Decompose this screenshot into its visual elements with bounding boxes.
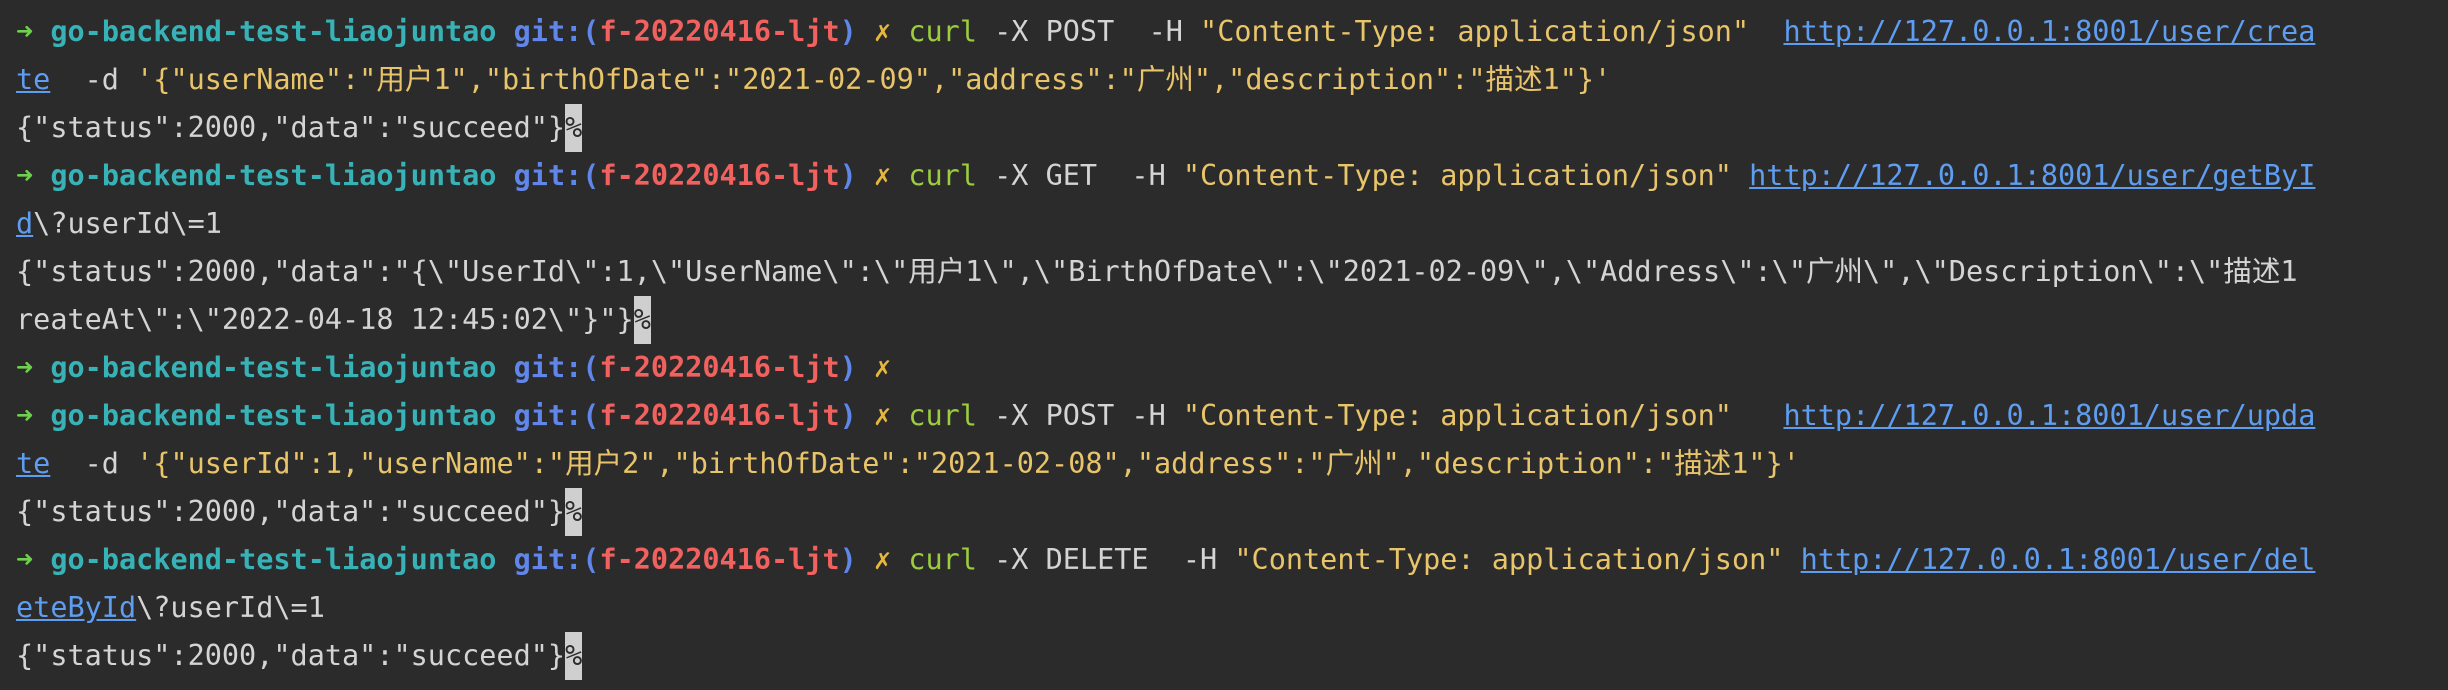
prompt-arrow-icon: ➜ <box>16 399 34 432</box>
terminal-line: ➜ go-backend-test-liaojuntao git:(f-2022… <box>16 392 2448 440</box>
prompt-git-close: ) <box>839 159 857 192</box>
command-args: \?userId\=1 <box>33 207 222 240</box>
json-body-string: '{"userId":1,"userName":"用户2","birthOfDa… <box>136 447 1800 480</box>
prompt-git-label: git:( <box>513 399 600 432</box>
prompt-directory: go-backend-test-liaojuntao <box>50 15 497 48</box>
prompt-arrow-icon: ➜ <box>16 543 34 576</box>
response-output: {"status":2000,"data":"{\"UserId\":1,\"U… <box>16 255 2298 288</box>
prompt-branch: f-20220416-ljt <box>599 159 840 192</box>
url-link-continued[interactable]: te <box>16 447 50 480</box>
prompt-branch: f-20220416-ljt <box>599 15 840 48</box>
prompt-branch: f-20220416-ljt <box>599 351 840 384</box>
no-newline-mark: % <box>565 632 583 680</box>
prompt-directory: go-backend-test-liaojuntao <box>50 399 497 432</box>
url-link[interactable]: http://127.0.0.1:8001/user/upda <box>1783 399 2315 432</box>
command-args: -d <box>50 447 137 480</box>
prompt-git-label: git:( <box>513 543 600 576</box>
command-args: \?userId\=1 <box>136 591 325 624</box>
header-string: "Content-Type: application/json" <box>1200 15 1750 48</box>
terminal-line: {"status":2000,"data":"succeed"}% <box>16 104 2448 152</box>
spacing <box>1732 399 1783 432</box>
command-args: -X POST -H <box>976 15 1201 48</box>
url-link[interactable]: http://127.0.0.1:8001/user/crea <box>1783 15 2315 48</box>
prompt-arrow-icon: ➜ <box>16 351 34 384</box>
response-output: reateAt\":\"2022-04-18 12:45:02\"}"} <box>16 303 634 336</box>
spacing <box>1783 543 1800 576</box>
header-string: "Content-Type: application/json" <box>1182 399 1732 432</box>
url-link-continued[interactable]: eteById <box>16 591 136 624</box>
response-output: {"status":2000,"data":"succeed"} <box>16 639 566 672</box>
no-newline-mark: % <box>565 488 583 536</box>
spacing <box>1732 159 1749 192</box>
response-output: {"status":2000,"data":"succeed"} <box>16 111 566 144</box>
prompt-git-label: git:( <box>513 15 600 48</box>
command-name: curl <box>908 159 977 192</box>
prompt-git-label: git:( <box>513 159 600 192</box>
command-name: curl <box>908 399 977 432</box>
header-string: "Content-Type: application/json" <box>1234 543 1784 576</box>
url-link[interactable]: http://127.0.0.1:8001/user/del <box>1801 543 2316 576</box>
prompt-git-close: ) <box>839 399 857 432</box>
terminal-line: reateAt\":\"2022-04-18 12:45:02\"}"}% <box>16 296 2448 344</box>
url-link[interactable]: http://127.0.0.1:8001/user/getByI <box>1749 159 2315 192</box>
command-args: -d <box>50 63 137 96</box>
no-newline-mark: % <box>565 104 583 152</box>
terminal-output[interactable]: ➜ go-backend-test-liaojuntao git:(f-2022… <box>0 0 2448 690</box>
terminal-line: {"status":2000,"data":"{\"UserId\":1,\"U… <box>16 248 2448 296</box>
command-args: -X POST -H <box>976 399 1183 432</box>
terminal-line: te -d '{"userId":1,"userName":"用户2","bir… <box>16 440 2448 488</box>
prompt-git-close: ) <box>839 351 857 384</box>
terminal-line: {"status":2000,"data":"succeed"}% <box>16 488 2448 536</box>
terminal-line: ➜ go-backend-test-liaojuntao git:(f-2022… <box>16 8 2448 56</box>
terminal-line: {"status":2000,"data":"succeed"}% <box>16 632 2448 680</box>
git-dirty-icon: ✗ <box>874 543 892 576</box>
command-name: curl <box>908 543 977 576</box>
command-args: -X DELETE -H <box>976 543 1235 576</box>
json-body-string: '{"userName":"用户1","birthOfDate":"2021-0… <box>136 63 1612 96</box>
terminal-line: ➜ go-backend-test-liaojuntao git:(f-2022… <box>16 152 2448 200</box>
git-dirty-icon: ✗ <box>874 159 892 192</box>
url-link-continued[interactable]: te <box>16 63 50 96</box>
terminal-line: te -d '{"userName":"用户1","birthOfDate":"… <box>16 56 2448 104</box>
terminal-line: d\?userId\=1 <box>16 200 2448 248</box>
prompt-git-close: ) <box>839 543 857 576</box>
header-string: "Content-Type: application/json" <box>1182 159 1732 192</box>
prompt-branch: f-20220416-ljt <box>599 399 840 432</box>
command-args: -X GET -H <box>976 159 1183 192</box>
git-dirty-icon: ✗ <box>874 399 892 432</box>
prompt-arrow-icon: ➜ <box>16 159 34 192</box>
prompt-git-close: ) <box>839 15 857 48</box>
prompt-git-label: git:( <box>513 351 600 384</box>
terminal-line: ➜ go-backend-test-liaojuntao git:(f-2022… <box>16 536 2448 584</box>
terminal-line: eteById\?userId\=1 <box>16 584 2448 632</box>
prompt-branch: f-20220416-ljt <box>599 543 840 576</box>
url-link-continued[interactable]: d <box>16 207 33 240</box>
spacing <box>1749 15 1783 48</box>
command-name: curl <box>908 15 977 48</box>
prompt-directory: go-backend-test-liaojuntao <box>50 159 497 192</box>
prompt-directory: go-backend-test-liaojuntao <box>50 543 497 576</box>
git-dirty-icon: ✗ <box>874 351 892 384</box>
response-output: {"status":2000,"data":"succeed"} <box>16 495 566 528</box>
git-dirty-icon: ✗ <box>874 15 892 48</box>
terminal-line: ➜ go-backend-test-liaojuntao git:(f-2022… <box>16 344 2448 392</box>
prompt-arrow-icon: ➜ <box>16 15 34 48</box>
prompt-directory: go-backend-test-liaojuntao <box>50 351 497 384</box>
no-newline-mark: % <box>633 296 651 344</box>
